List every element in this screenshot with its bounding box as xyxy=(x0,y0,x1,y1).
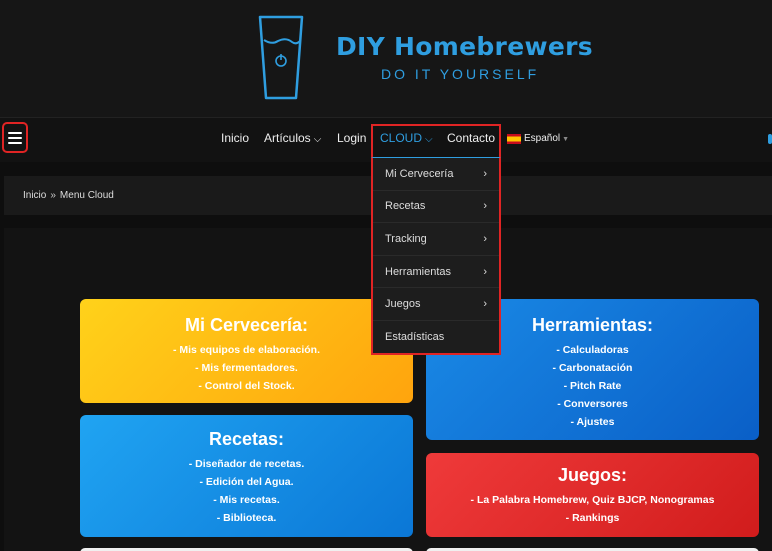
brand-title[interactable]: DIY Homebrewers xyxy=(336,32,593,61)
nav-contacto-label: Contacto xyxy=(447,131,496,145)
dropdown-item-label: Estadísticas xyxy=(385,331,445,344)
dropdown-item-label: Juegos xyxy=(385,298,421,311)
dropdown-item-label: Recetas xyxy=(385,200,426,213)
nav-articulos-label: Artículos xyxy=(264,131,311,145)
chevron-down-icon: ⌵ xyxy=(313,134,322,145)
nav-cloud[interactable]: CLOUD ⌵ xyxy=(380,131,433,145)
card-title: Mi Cervecería: xyxy=(184,315,309,335)
card-title: Juegos: xyxy=(557,465,627,485)
dropdown-item-juegos[interactable]: Juegos › xyxy=(373,288,499,321)
nav-cloud-label: CLOUD xyxy=(380,131,423,145)
chevron-right-icon: › xyxy=(483,265,487,278)
brand-tagline: DO IT YOURSELF xyxy=(381,66,540,82)
card-link[interactable]: - Mis recetas. xyxy=(80,491,413,509)
card-link[interactable]: - La Palabra Homebrew, Quiz BJCP, Nonogr… xyxy=(426,491,759,509)
hamburger-menu-icon[interactable] xyxy=(2,122,28,153)
card-link[interactable]: - Rankings xyxy=(426,509,759,527)
chevron-right-icon: › xyxy=(483,200,487,213)
nav-login-label: Login xyxy=(337,131,367,145)
breadcrumb-current: Menu Cloud xyxy=(59,190,114,201)
dropdown-item-label: Mi Cervecería xyxy=(385,167,454,180)
chevron-right-icon: › xyxy=(483,167,487,180)
cloud-dropdown-menu: Mi Cervecería › Recetas › Tracking › Herram… xyxy=(371,157,501,355)
dropdown-item-label: Tracking xyxy=(385,232,427,245)
card-link[interactable]: - Diseñador de recetas. xyxy=(80,455,413,473)
card-link[interactable]: - Conversores xyxy=(426,395,759,413)
card-mi-cerveceria[interactable]: Mi Cervecería: - Mis equipos de elaborac… xyxy=(80,299,413,403)
dropdown-item-estadisticas[interactable]: Estadísticas xyxy=(373,321,499,354)
edge-button[interactable] xyxy=(768,134,772,144)
spain-flag-icon[interactable] xyxy=(507,134,521,144)
dropdown-item-label: Herramientas xyxy=(385,265,452,278)
language-label: Español xyxy=(524,133,561,144)
dropdown-item-recetas[interactable]: Recetas › xyxy=(373,191,499,224)
card-link[interactable]: - Edición del Agua. xyxy=(80,473,413,491)
language-selector[interactable]: Español ▼ xyxy=(524,133,569,144)
dropdown-item-tracking[interactable]: Tracking › xyxy=(373,223,499,256)
card-link[interactable]: - Carbonatación xyxy=(426,359,759,377)
chevron-right-icon: › xyxy=(483,298,487,311)
nav-inicio-label: Inicio xyxy=(221,131,250,145)
nav-contacto[interactable]: Contacto xyxy=(447,131,495,145)
card-juegos[interactable]: Juegos: - La Palabra Homebrew, Quiz BJCP… xyxy=(426,453,759,537)
card-link[interactable]: - Mis fermentadores. xyxy=(80,359,413,377)
dropdown-item-mi-cerveceria[interactable]: Mi Cervecería › xyxy=(373,158,499,191)
card-link[interactable]: - Control del Stock. xyxy=(80,377,413,395)
chevron-down-icon: ⌵ xyxy=(425,134,433,145)
beer-glass-logo-icon[interactable] xyxy=(256,14,306,102)
caret-down-icon: ▼ xyxy=(562,136,570,143)
double-chevron-icon: » xyxy=(50,190,56,201)
card-recetas[interactable]: Recetas: - Diseñador de recetas. - Edici… xyxy=(80,415,413,537)
card-link[interactable]: - Mis equipos de elaboración. xyxy=(80,341,413,359)
nav-login[interactable]: Login xyxy=(337,131,366,145)
dropdown-item-herramientas[interactable]: Herramientas › xyxy=(373,256,499,289)
nav-inicio[interactable]: Inicio xyxy=(221,131,249,145)
nav-articulos[interactable]: Artículos ⌵ xyxy=(264,131,321,145)
breadcrumb-home[interactable]: Inicio xyxy=(23,190,46,201)
card-title: Recetas: xyxy=(208,429,285,449)
chevron-right-icon: › xyxy=(483,232,487,245)
card-link[interactable]: - Pitch Rate xyxy=(426,377,759,395)
card-link[interactable]: - Biblioteca. xyxy=(80,509,413,527)
card-link[interactable]: - Ajustes xyxy=(426,413,759,431)
